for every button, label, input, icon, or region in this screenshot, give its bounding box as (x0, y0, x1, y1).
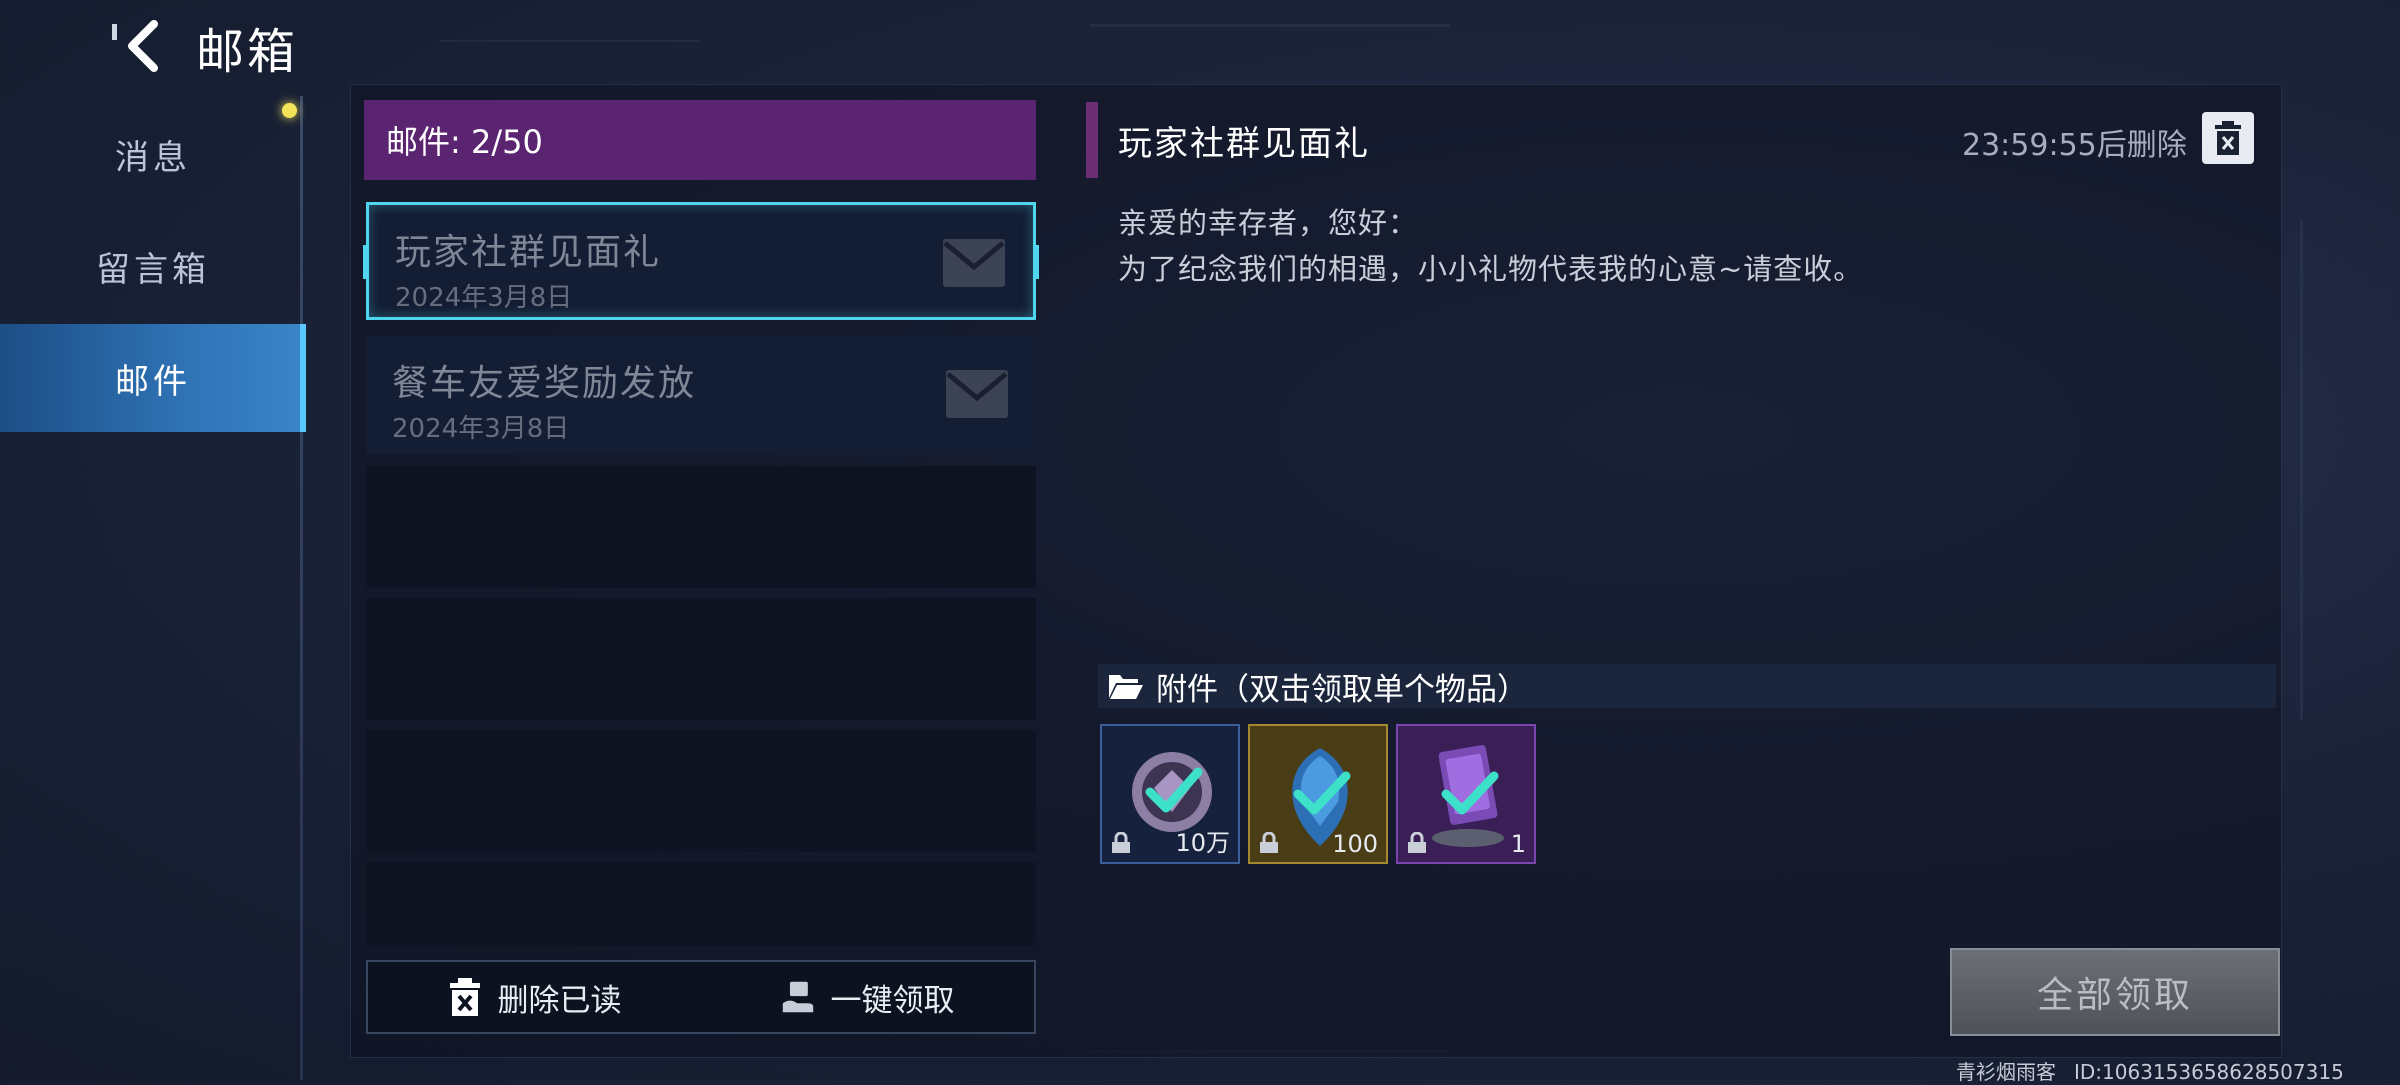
attachments-label: 附件（双击领取单个物品） (1156, 671, 1528, 708)
delete-mail-button[interactable] (2202, 112, 2254, 164)
mail-date: 2024年3月8日 (392, 414, 570, 444)
trash-icon (2215, 121, 2241, 155)
mail-list-actions: 删除已读 一键领取 (366, 960, 1036, 1034)
attachment-item-gem[interactable]: 100 (1248, 724, 1388, 864)
detail-accent-bar (1086, 102, 1098, 178)
player-name: 青衫烟雨客 (1956, 1060, 2056, 1084)
player-id: ID:1063153658628507315 (2074, 1060, 2344, 1084)
lock-icon (1260, 832, 1278, 853)
folder-open-icon (1109, 675, 1143, 699)
empty-mail-slot (366, 730, 1036, 852)
attachments-header: 附件（双击领取单个物品） (1098, 664, 2276, 708)
lock-icon (1112, 832, 1130, 853)
mail-body-line: 为了纪念我们的相遇，小小礼物代表我的心意~请查收。 (1118, 252, 1864, 286)
back-button[interactable] (112, 14, 172, 78)
claim-all-quick-label: 一键领取 (830, 982, 955, 1019)
empty-mail-slot (366, 862, 1036, 946)
sidebar-item-mail[interactable]: 邮件 (0, 324, 306, 432)
mail-count-bar: 邮件: 2/50 (364, 100, 1036, 180)
claim-all-button[interactable]: 全部领取 (1950, 948, 2280, 1036)
mail-subject: 餐车友爱奖励发放 (392, 363, 697, 404)
delete-read-button[interactable]: 删除已读 (368, 962, 701, 1032)
hand-gift-icon (782, 981, 813, 1013)
attachment-quantity: 1 (1510, 830, 1526, 858)
delete-read-label: 删除已读 (497, 982, 622, 1019)
player-info: 青衫烟雨客 ID:1063153658628507315 (1956, 1056, 2362, 1085)
notification-dot (282, 103, 297, 118)
empty-mail-slot (366, 598, 1036, 720)
mail-count: 邮件: 2/50 (386, 123, 543, 161)
attachment-quantity: 10万 (1175, 829, 1230, 857)
lock-icon (1408, 832, 1426, 853)
sidebar-item-messages[interactable]: 消息 (0, 100, 306, 208)
sidebar-item-message-box[interactable]: 留言箱 (0, 212, 306, 320)
envelope-icon (946, 370, 1008, 418)
mail-body-line: 亲爱的幸存者，您好： (1118, 206, 1419, 240)
mail-item[interactable]: 玩家社群见面礼 2024年3月8日 (363, 202, 1039, 320)
envelope-icon (943, 239, 1005, 287)
mail-subject: 玩家社群见面礼 (395, 232, 662, 273)
attachment-item-card[interactable]: 1 (1396, 724, 1536, 864)
attachment-quantity: 100 (1332, 830, 1378, 858)
chevron-left-icon (112, 20, 158, 72)
attachment-item-coin[interactable]: 10万 (1100, 724, 1240, 864)
mail-date: 2024年3月8日 (395, 283, 573, 313)
mail-detail-title: 玩家社群见面礼 (1118, 124, 1370, 164)
page-title: 邮箱 (196, 24, 299, 80)
empty-mail-slot (366, 466, 1036, 588)
mail-item[interactable]: 餐车友爱奖励发放 2024年3月8日 (366, 336, 1036, 454)
claim-all-quick-button[interactable]: 一键领取 (701, 962, 1034, 1032)
delete-countdown: 23:59:55后删除 (1962, 128, 2187, 163)
trash-icon (449, 978, 480, 1016)
